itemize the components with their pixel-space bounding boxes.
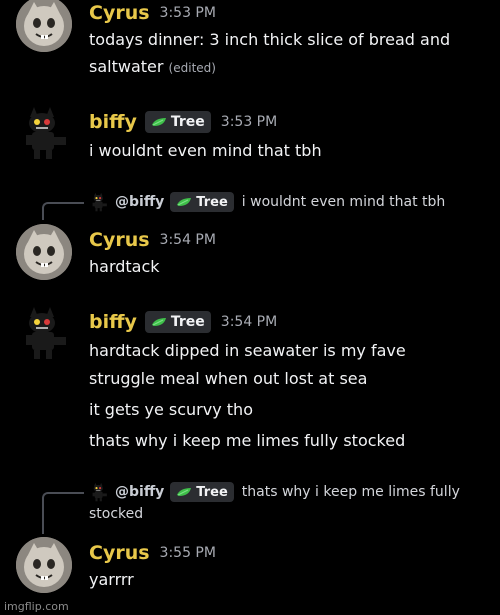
edited-label: (edited) — [168, 61, 216, 75]
reply-connector — [42, 202, 84, 220]
role-tag: Tree — [170, 482, 234, 502]
role-tag-label: Tree — [170, 314, 205, 330]
reply-connector — [42, 492, 84, 534]
message-text-cont: saltwater — [89, 57, 164, 76]
role-tag-label: Tree — [196, 484, 228, 500]
reply-preview[interactable]: @biffy Tree thats why i keep me limes fu… — [89, 481, 460, 503]
cyrus-avatar[interactable] — [16, 224, 72, 280]
author-name[interactable]: biffy — [89, 311, 137, 333]
message-text: it gets ye scurvy tho — [89, 400, 253, 419]
reply-text: thats why i keep me limes fully — [241, 484, 460, 500]
timestamp: 3:55 PM — [159, 545, 216, 561]
role-tag-label: Tree — [196, 194, 228, 210]
biffy-avatar[interactable] — [16, 105, 72, 161]
role-tag: Tree — [170, 192, 234, 212]
author-name[interactable]: Cyrus — [89, 229, 150, 251]
reply-author[interactable]: @biffy — [115, 194, 164, 210]
reply-text: i wouldnt even mind that tbh — [241, 194, 446, 210]
timestamp: 3:54 PM — [159, 232, 216, 248]
timestamp: 3:53 PM — [159, 5, 216, 21]
message-text: hardtack dipped in seawater is my fave — [89, 341, 406, 360]
message-text: struggle meal when out lost at sea — [89, 369, 368, 388]
cyrus-avatar[interactable] — [16, 0, 72, 52]
reply-preview[interactable]: @biffy Tree i wouldnt even mind that tbh — [89, 191, 445, 213]
biffy-avatar-mini — [89, 191, 109, 213]
author-name[interactable]: biffy — [89, 111, 137, 133]
reply-author[interactable]: @biffy — [115, 484, 164, 500]
author-name[interactable]: Cyrus — [89, 2, 150, 24]
cyrus-avatar[interactable] — [16, 537, 72, 593]
role-tag[interactable]: Tree — [144, 311, 211, 333]
timestamp: 3:54 PM — [220, 314, 278, 330]
message-text: i wouldnt even mind that tbh — [89, 141, 322, 160]
biffy-avatar-mini — [89, 481, 109, 503]
message-text: thats why i keep me limes fully stocked — [89, 431, 406, 450]
watermark: imgflip.com — [4, 600, 69, 613]
leaf-icon — [176, 197, 192, 207]
role-tag-label: Tree — [170, 114, 205, 130]
leaf-icon — [151, 317, 167, 327]
biffy-avatar[interactable] — [16, 305, 72, 361]
timestamp: 3:53 PM — [220, 114, 278, 130]
author-name[interactable]: Cyrus — [89, 542, 150, 564]
message-text: todays dinner: 3 inch thick slice of bre… — [89, 30, 451, 49]
role-tag[interactable]: Tree — [144, 111, 211, 133]
message-text: yarrrr — [89, 570, 134, 589]
message-text: hardtack — [89, 257, 160, 276]
reply-text-cont: stocked — [89, 506, 143, 522]
reply-text-wrap: stocked — [89, 506, 144, 522]
message-text-line2: saltwater (edited) — [89, 57, 216, 76]
leaf-icon — [176, 487, 192, 497]
leaf-icon — [151, 117, 167, 127]
